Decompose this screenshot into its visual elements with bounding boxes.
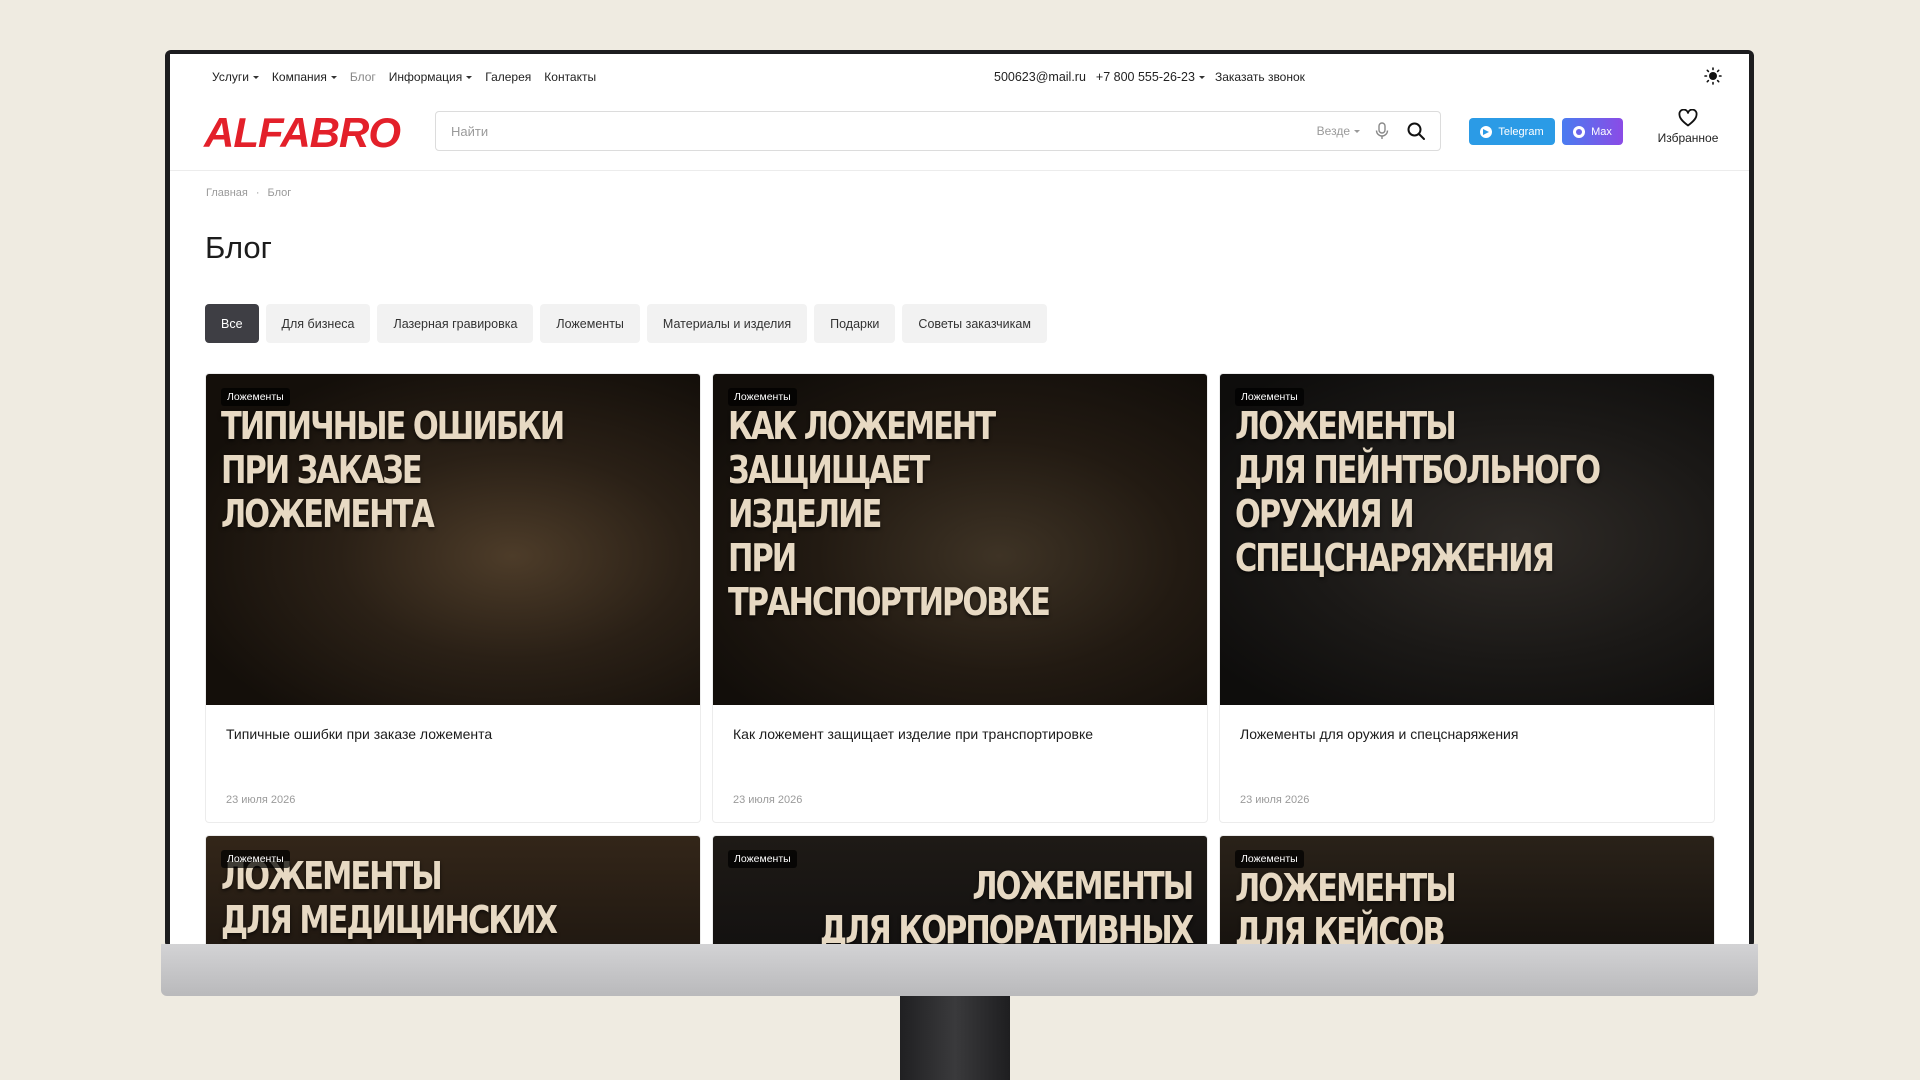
phone-label: +7 800 555-26-23: [1095, 70, 1195, 84]
breadcrumb: Главная · Блог: [206, 187, 291, 199]
telegram-button[interactable]: Telegram: [1469, 118, 1555, 145]
card-tag[interactable]: Ложементы: [728, 850, 797, 868]
card-image: Ложементы ТИПИЧНЫЕ ОШИБКИ ПРИ ЗАКАЗЕ ЛОЖ…: [206, 374, 700, 705]
card-image-headline: КАК ЛОЖЕМЕНТ ЗАЩИЩАЕТ ИЗДЕЛИЕ ПРИ ТРАНСП…: [728, 404, 1051, 625]
filter-gifts[interactable]: Подарки: [814, 304, 896, 343]
filter-business[interactable]: Для бизнеса: [265, 304, 371, 343]
search-scope-label: Везде: [1316, 124, 1350, 138]
filter-all[interactable]: Все: [205, 304, 259, 343]
card-date: 23 июля 2026: [733, 794, 803, 806]
card-image-headline: ТИПИЧНЫЕ ОШИБКИ ПРИ ЗАКАЗЕ ЛОЖЕМЕНТА: [221, 404, 565, 537]
blog-card[interactable]: Ложементы ЛОЖЕМЕНТЫ ДЛЯ КОРПОРАТИВНЫХ: [712, 835, 1208, 944]
chevron-down-icon: [252, 76, 259, 80]
blog-card[interactable]: Ложементы ЛОЖЕМЕНТЫ ДЛЯ КЕЙСОВ: [1219, 835, 1715, 944]
blog-card[interactable]: Ложементы ЛОЖЕМЕНТЫ ДЛЯ МЕДИЦИНСКИХ: [205, 835, 701, 944]
monitor-bezel: [161, 944, 1758, 996]
nav-company[interactable]: Компания: [272, 70, 337, 84]
max-label: Max: [1591, 125, 1612, 138]
search-input[interactable]: [436, 112, 1236, 150]
blog-card[interactable]: Ложементы ТИПИЧНЫЕ ОШИБКИ ПРИ ЗАКАЗЕ ЛОЖ…: [205, 373, 701, 823]
top-bar: Услуги Компания Блог Информация Галерея …: [170, 54, 1749, 99]
card-title[interactable]: Ложементы для оружия и спецснаряжения: [1240, 726, 1518, 742]
card-image: Ложементы ЛОЖЕМЕНТЫ ДЛЯ КОРПОРАТИВНЫХ: [713, 836, 1207, 944]
category-filters: Все Для бизнеса Лазерная гравировка Ложе…: [205, 304, 1047, 343]
microphone-icon[interactable]: [1374, 122, 1390, 140]
card-tag[interactable]: Ложементы: [221, 850, 290, 868]
page-title: Блог: [205, 230, 272, 265]
chevron-down-icon: [1354, 130, 1360, 134]
search-bar: Везде: [435, 111, 1441, 151]
search-icon[interactable]: [1406, 121, 1426, 141]
nav-company-label: Компания: [271, 70, 327, 84]
telegram-icon: [1480, 125, 1493, 138]
card-tag[interactable]: Ложементы: [221, 388, 290, 406]
nav-info-label: Информация: [388, 70, 463, 84]
site-header: ALFABRO Везде Telegram Max: [170, 99, 1749, 171]
nav-gallery[interactable]: Галерея: [485, 70, 531, 84]
nav-contacts[interactable]: Контакты: [544, 70, 596, 84]
card-date: 23 июля 2026: [1240, 794, 1310, 806]
max-button[interactable]: Max: [1562, 118, 1623, 145]
card-tag[interactable]: Ложементы: [1235, 388, 1304, 406]
site-logo[interactable]: ALFABRO: [204, 109, 401, 157]
card-title[interactable]: Как ложемент защищает изделие при трансп…: [733, 726, 1093, 742]
nav-info[interactable]: Информация: [388, 70, 473, 84]
card-image: Ложементы ЛОЖЕМЕНТЫ ДЛЯ МЕДИЦИНСКИХ: [206, 836, 700, 944]
monitor-stand: [900, 996, 1010, 1080]
card-image-headline: ЛОЖЕМЕНТЫ ДЛЯ КОРПОРАТИВНЫХ: [819, 864, 1194, 944]
filter-customer-tips[interactable]: Советы заказчикам: [902, 304, 1047, 343]
filter-laser-engraving[interactable]: Лазерная гравировка: [377, 304, 534, 343]
callback-link[interactable]: Заказать звонок: [1215, 70, 1305, 84]
favorites-label: Избранное: [1657, 131, 1719, 145]
card-image: Ложементы ЛОЖЕМЕНТЫ ДЛЯ КЕЙСОВ: [1220, 836, 1714, 944]
breadcrumb-home[interactable]: Главная: [206, 187, 248, 199]
max-icon: [1573, 125, 1586, 138]
nav-blog[interactable]: Блог: [350, 70, 376, 84]
card-image-headline: ЛОЖЕМЕНТЫ ДЛЯ КЕЙСОВ: [1235, 866, 1457, 944]
sun-icon[interactable]: [1704, 67, 1722, 85]
phone-dropdown[interactable]: +7 800 555-26-23: [1096, 70, 1205, 84]
contacts: 500623@mail.ru +7 800 555-26-23 Заказать…: [994, 70, 1305, 84]
favorites-button[interactable]: Избранное: [1653, 109, 1723, 145]
chevron-down-icon: [330, 76, 337, 80]
breadcrumb-current: Блог: [267, 187, 292, 199]
card-tag[interactable]: Ложементы: [728, 388, 797, 406]
telegram-label: Telegram: [1498, 125, 1544, 138]
card-image: Ложементы КАК ЛОЖЕМЕНТ ЗАЩИЩАЕТ ИЗДЕЛИЕ …: [713, 374, 1207, 705]
chevron-down-icon: [1198, 76, 1205, 80]
browser-screen: Услуги Компания Блог Информация Галерея …: [170, 54, 1749, 944]
search-scope-select[interactable]: Везде: [1317, 124, 1360, 138]
card-date: 23 июля 2026: [226, 794, 296, 806]
nav-services[interactable]: Услуги: [212, 70, 259, 84]
card-title[interactable]: Типичные ошибки при заказе ложемента: [226, 726, 492, 742]
heart-icon: [1678, 109, 1698, 127]
chevron-down-icon: [466, 76, 473, 80]
top-nav: Услуги Компания Блог Информация Галерея …: [212, 70, 596, 84]
blog-card[interactable]: Ложементы ЛОЖЕМЕНТЫ ДЛЯ ПЕЙНТБОЛЬНОГО ОР…: [1219, 373, 1715, 823]
card-image-headline: ЛОЖЕМЕНТЫ ДЛЯ ПЕЙНТБОЛЬНОГО ОРУЖИЯ И СПЕ…: [1235, 404, 1601, 581]
nav-services-label: Услуги: [212, 70, 249, 84]
blog-card[interactable]: Ложементы КАК ЛОЖЕМЕНТ ЗАЩИЩАЕТ ИЗДЕЛИЕ …: [712, 373, 1208, 823]
card-tag[interactable]: Ложементы: [1235, 850, 1304, 868]
filter-materials[interactable]: Материалы и изделия: [646, 304, 808, 343]
filter-lodgements[interactable]: Ложементы: [540, 304, 640, 343]
breadcrumb-separator: ·: [255, 187, 260, 199]
card-image: Ложементы ЛОЖЕМЕНТЫ ДЛЯ ПЕЙНТБОЛЬНОГО ОР…: [1220, 374, 1714, 705]
email-link[interactable]: 500623@mail.ru: [994, 70, 1086, 84]
